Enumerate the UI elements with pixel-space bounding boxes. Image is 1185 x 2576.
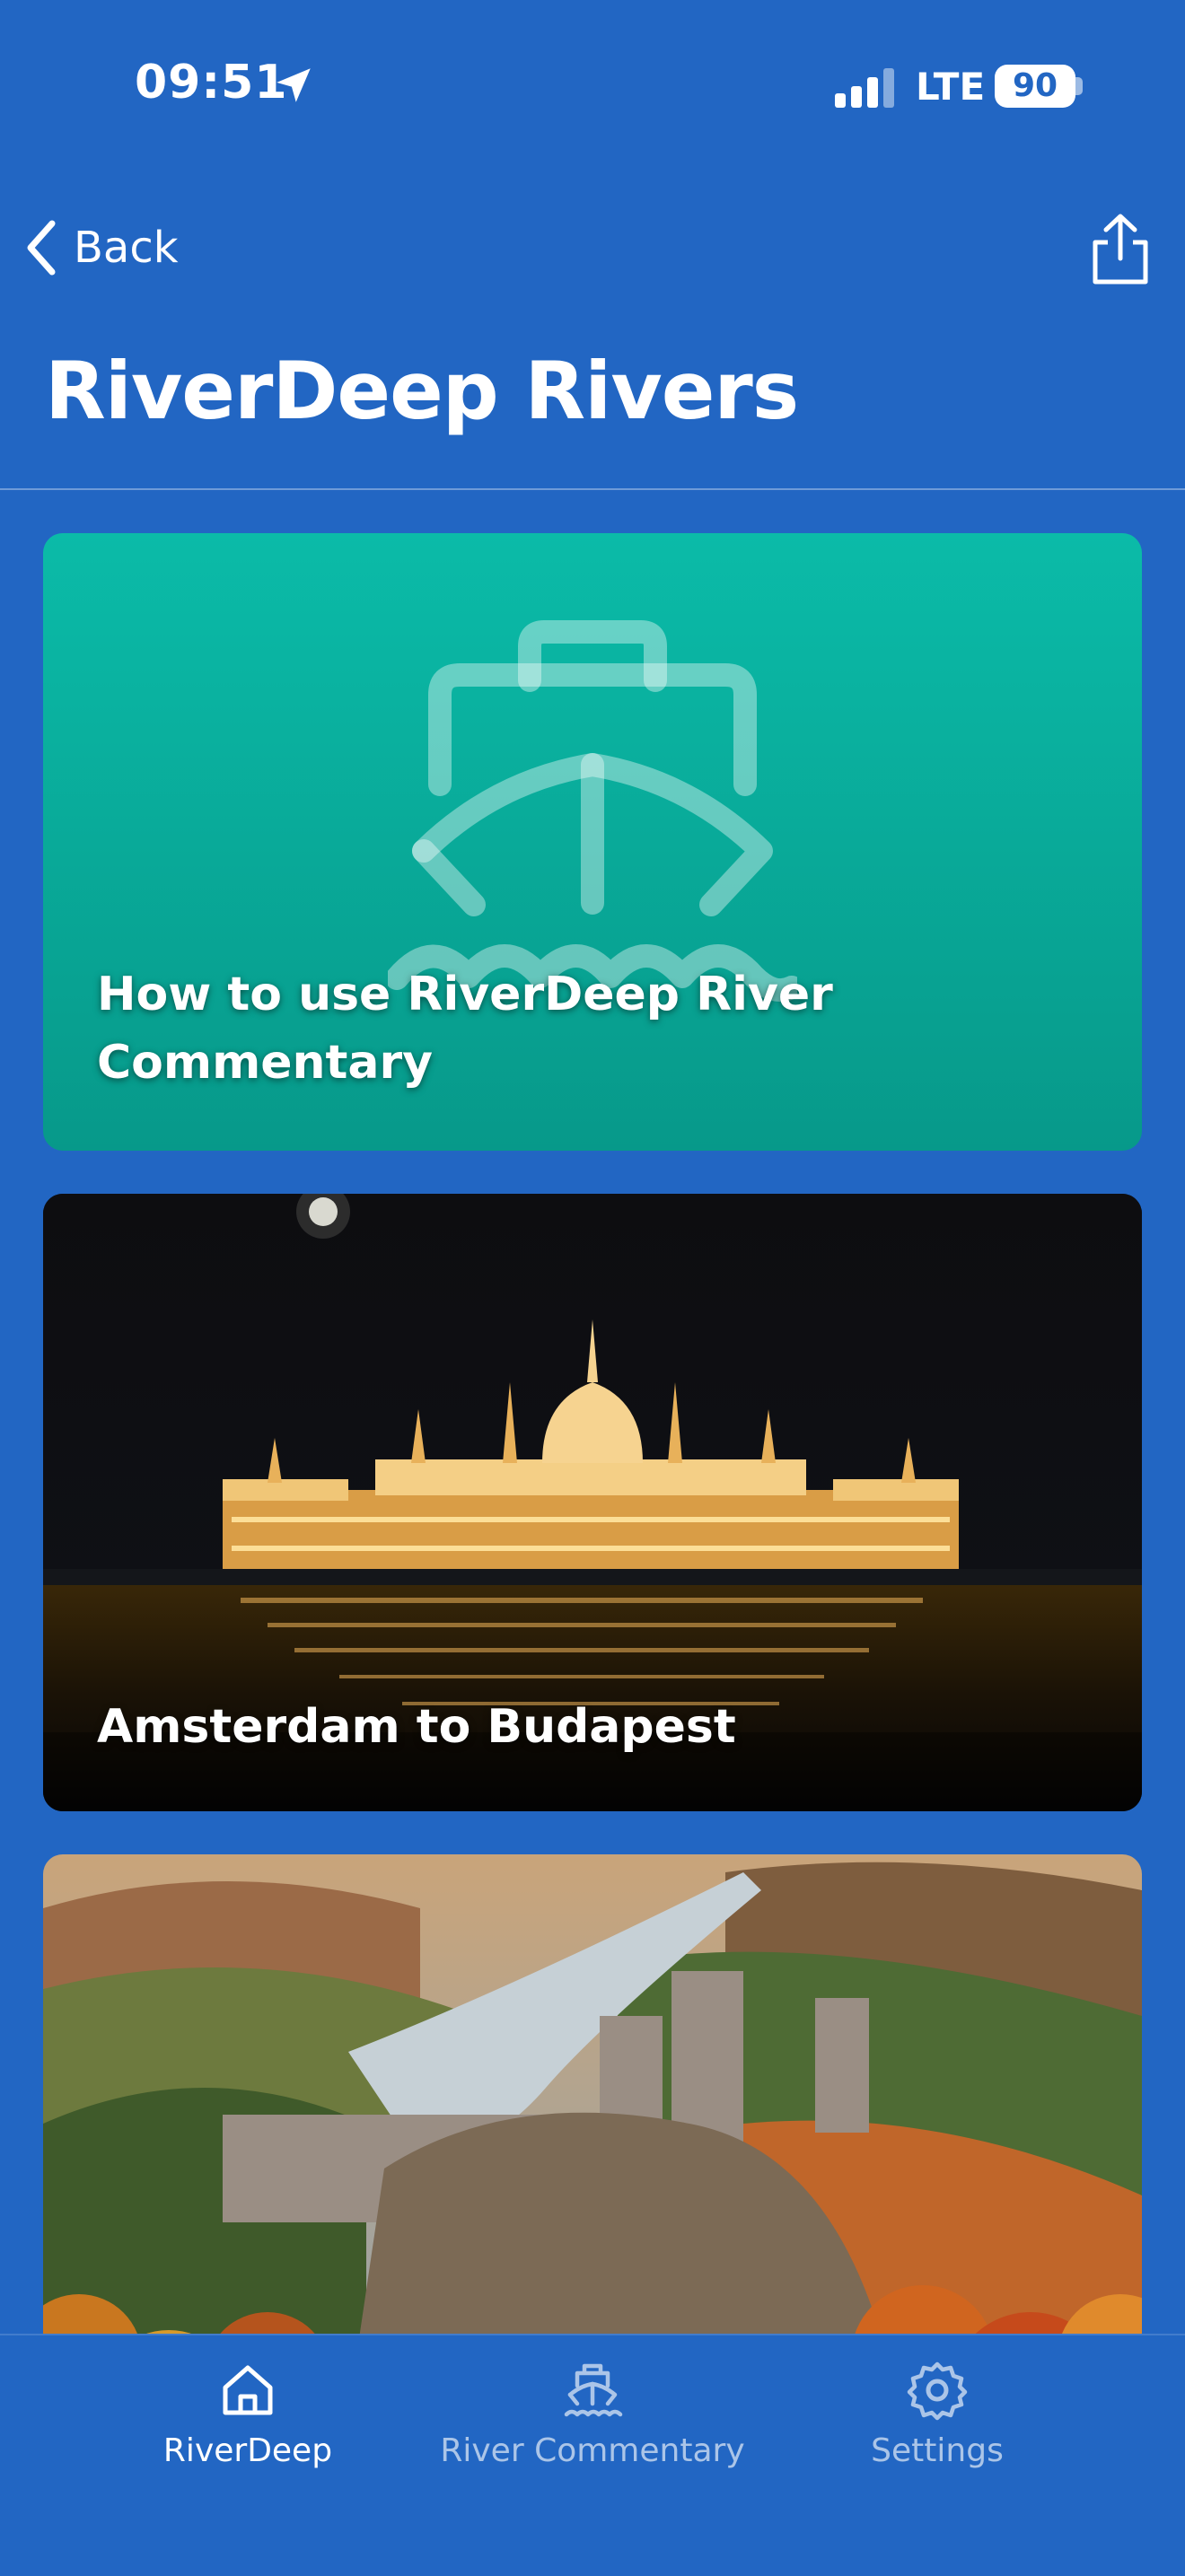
status-time: 09:51	[135, 56, 288, 110]
battery-nub	[1075, 77, 1083, 95]
share-icon[interactable]	[1086, 212, 1154, 287]
ship-icon	[564, 2363, 623, 2417]
header-divider	[0, 488, 1185, 490]
signal-bars-icon	[835, 68, 894, 108]
back-button[interactable]: Back	[22, 215, 179, 280]
tab-label: RiverDeep	[162, 2432, 333, 2469]
tab-river-commentary[interactable]: River Commentary	[431, 2359, 754, 2469]
card-title: Amsterdam to Budapest	[97, 1700, 736, 1754]
tab-settings[interactable]: Settings	[776, 2359, 1099, 2469]
network-type: LTE	[916, 65, 986, 109]
river-card-how-to[interactable]: How to use RiverDeep River Commentary	[43, 533, 1142, 1151]
page-title: RiverDeep Rivers	[45, 345, 799, 437]
tab-label: River Commentary	[440, 2432, 745, 2469]
home-icon	[223, 2365, 273, 2415]
ship-icon	[388, 620, 797, 1002]
tab-riverdeep[interactable]: RiverDeep	[86, 2359, 409, 2469]
chevron-left-icon	[27, 220, 56, 276]
back-label: Back	[74, 223, 179, 273]
tab-label: Settings	[871, 2432, 1004, 2469]
location-arrow-icon	[276, 68, 311, 102]
gear-icon	[907, 2361, 968, 2421]
tab-bar: RiverDeep River Commentary Settings	[0, 2334, 1185, 2576]
river-card-amsterdam-budapest[interactable]: Amsterdam to Budapest	[43, 1194, 1142, 1811]
card-title: How to use RiverDeep River Commentary	[97, 968, 833, 1090]
battery-level: 90	[1012, 67, 1058, 104]
